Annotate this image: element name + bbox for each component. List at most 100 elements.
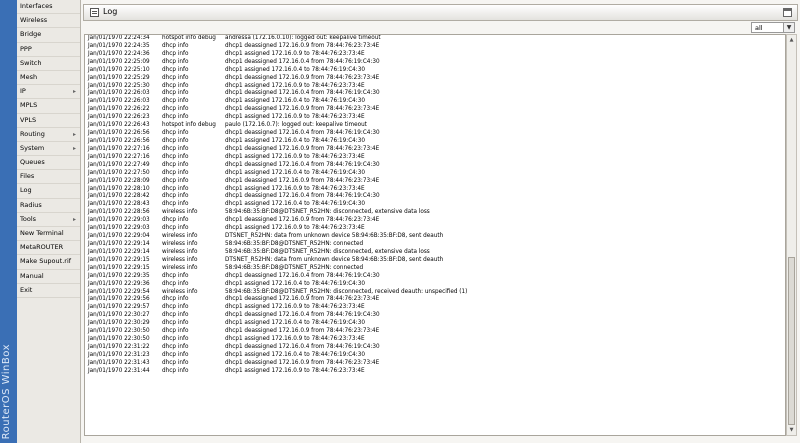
- log-row[interactable]: Jan/01/1970 22:28:42 dhcp info dhcp1 deass…: [85, 193, 785, 201]
- log-row[interactable]: Jan/01/1970 22:26:23 dhcp info dhcp1 assig…: [85, 114, 785, 122]
- log-message: dhcp1 deassigned 172.16.0.9 from 78:44:7…: [225, 217, 380, 224]
- menu-item-routing[interactable]: Routing ▸: [17, 128, 80, 142]
- log-row[interactable]: Jan/01/1970 22:27:16 dhcp info dhcp1 assig…: [85, 154, 785, 162]
- menu-item-files[interactable]: Files: [17, 170, 80, 185]
- log-row[interactable]: Jan/01/1970 22:25:30 dhcp info dhcp1 assig…: [85, 83, 785, 91]
- log-message: dhcp1 deassigned 172.16.0.4 from 78:44:7…: [225, 343, 380, 350]
- menu-item-radius[interactable]: Radius: [17, 199, 80, 213]
- menu-item-switch[interactable]: Switch: [17, 57, 80, 71]
- log-row[interactable]: Jan/01/1970 22:28:10 dhcp info dhcp1 assig…: [85, 186, 785, 194]
- log-row[interactable]: Jan/01/1970 22:28:56 wireless info 58:94:6…: [85, 209, 785, 217]
- log-time: Jan/01/1970 22:31:43: [88, 359, 150, 366]
- log-row[interactable]: Jan/01/1970 22:25:09 dhcp info dhcp1 deass…: [85, 59, 785, 67]
- window-titlebar[interactable]: Log: [83, 4, 798, 21]
- log-row[interactable]: Jan/01/1970 22:31:23 dhcp info dhcp1 assig…: [85, 352, 785, 360]
- log-list[interactable]: Jan/01/1970 22:24:34 hotspot info debug an…: [84, 34, 786, 436]
- log-filter-dropdown[interactable]: all ▼: [751, 22, 795, 33]
- log-message: dhcp1 assigned 172.16.0.9 to 78:44:76:23…: [225, 304, 365, 311]
- menu-item-make-supout-rif[interactable]: Make Supout.rif: [17, 255, 80, 270]
- menu-item-ip[interactable]: IP ▸: [17, 85, 80, 100]
- log-row[interactable]: Jan/01/1970 22:31:44 dhcp info dhcp1 assig…: [85, 368, 785, 376]
- log-row[interactable]: Jan/01/1970 22:29:57 dhcp info dhcp1 assig…: [85, 304, 785, 312]
- log-row[interactable]: Jan/01/1970 22:27:50 dhcp info dhcp1 assig…: [85, 170, 785, 178]
- log-row[interactable]: Jan/01/1970 22:29:04 wireless info DTSNET_…: [85, 233, 785, 241]
- vertical-scrollbar[interactable]: ▲ ▼: [786, 34, 797, 436]
- log-row[interactable]: Jan/01/1970 22:28:43 dhcp info dhcp1 assig…: [85, 201, 785, 209]
- log-time: Jan/01/1970 22:27:16: [88, 145, 150, 152]
- log-row[interactable]: Jan/01/1970 22:25:29 dhcp info dhcp1 deass…: [85, 75, 785, 83]
- log-row[interactable]: Jan/01/1970 22:26:22 dhcp info dhcp1 deass…: [85, 106, 785, 114]
- log-message: dhcp1 assigned 172.16.0.9 to 78:44:76:23…: [225, 114, 365, 121]
- menu-item-mpls[interactable]: MPLS: [17, 99, 80, 114]
- chevron-down-icon[interactable]: ▼: [783, 23, 794, 32]
- menu-item-vpls[interactable]: VPLS: [17, 114, 80, 128]
- log-message: dhcp1 assigned 172.16.0.9 to 78:44:76:23…: [225, 367, 365, 374]
- menu-item-new-terminal[interactable]: New Terminal: [17, 227, 80, 242]
- menu-item-mesh[interactable]: Mesh: [17, 71, 80, 86]
- log-message: andressa (172.16.0.10): logged out: keep…: [225, 35, 381, 41]
- maximize-icon[interactable]: [783, 8, 792, 17]
- menu-item-ppp[interactable]: PPP: [17, 43, 80, 57]
- log-row[interactable]: Jan/01/1970 22:29:36 dhcp info dhcp1 assig…: [85, 281, 785, 289]
- log-time: Jan/01/1970 22:30:50: [88, 336, 150, 343]
- submenu-arrow-icon: ▸: [72, 144, 76, 152]
- menu-item-queues[interactable]: Queues: [17, 156, 80, 171]
- log-time: Jan/01/1970 22:26:56: [88, 130, 150, 137]
- log-topics: dhcp info: [162, 42, 189, 49]
- scrollbar-thumb[interactable]: [788, 257, 795, 425]
- log-row[interactable]: Jan/01/1970 22:29:03 dhcp info dhcp1 assig…: [85, 225, 785, 233]
- log-row[interactable]: Jan/01/1970 22:27:16 dhcp info dhcp1 deass…: [85, 146, 785, 154]
- log-message: dhcp1 assigned 172.16.0.4 to 78:44:76:19…: [225, 280, 365, 287]
- log-row[interactable]: Jan/01/1970 22:24:36 dhcp info dhcp1 assig…: [85, 51, 785, 59]
- menu-item-label: New Terminal: [20, 229, 64, 237]
- log-message: dhcp1 assigned 172.16.0.4 to 78:44:76:19…: [225, 169, 365, 176]
- log-topics: dhcp info: [162, 320, 189, 327]
- log-row[interactable]: Jan/01/1970 22:30:50 dhcp info dhcp1 assig…: [85, 336, 785, 344]
- log-row[interactable]: Jan/01/1970 22:27:49 dhcp info dhcp1 deass…: [85, 162, 785, 170]
- log-row[interactable]: Jan/01/1970 22:30:29 dhcp info dhcp1 assig…: [85, 320, 785, 328]
- log-row[interactable]: Jan/01/1970 22:24:34 hotspot info debug an…: [85, 35, 785, 43]
- log-topics: dhcp info: [162, 153, 189, 160]
- menu-item-interfaces[interactable]: Interfaces: [17, 0, 80, 15]
- menu-item-tools[interactable]: Tools ▸: [17, 213, 80, 227]
- menu-item-bridge[interactable]: Bridge: [17, 28, 80, 43]
- menu-item-log[interactable]: Log: [17, 184, 80, 199]
- log-row[interactable]: Jan/01/1970 22:26:03 dhcp info dhcp1 assig…: [85, 98, 785, 106]
- log-row[interactable]: Jan/01/1970 22:29:56 dhcp info dhcp1 deass…: [85, 296, 785, 304]
- log-topics: wireless info: [162, 288, 198, 295]
- log-time: Jan/01/1970 22:25:09: [88, 58, 150, 65]
- log-row[interactable]: Jan/01/1970 22:29:03 dhcp info dhcp1 deass…: [85, 217, 785, 225]
- menu-item-system[interactable]: System ▸: [17, 142, 80, 157]
- log-row[interactable]: Jan/01/1970 22:29:15 wireless info DTSNET_…: [85, 257, 785, 265]
- log-row[interactable]: Jan/01/1970 22:30:27 dhcp info dhcp1 deass…: [85, 312, 785, 320]
- menu-item-label: IP: [20, 87, 26, 96]
- log-row[interactable]: Jan/01/1970 22:29:15 wireless info 58:94:6…: [85, 265, 785, 273]
- scroll-down-icon[interactable]: ▼: [787, 425, 796, 435]
- log-row[interactable]: Jan/01/1970 22:26:56 dhcp info dhcp1 assig…: [85, 138, 785, 146]
- log-row[interactable]: Jan/01/1970 22:24:35 dhcp info dhcp1 deass…: [85, 43, 785, 51]
- log-row[interactable]: Jan/01/1970 22:29:54 wireless info 58:94:6…: [85, 289, 785, 297]
- menu-item-exit[interactable]: Exit: [17, 284, 80, 298]
- log-topics: wireless info: [162, 233, 198, 240]
- log-row[interactable]: Jan/01/1970 22:29:14 wireless info 58:94:6…: [85, 249, 785, 257]
- log-row[interactable]: Jan/01/1970 22:29:14 wireless info 58:94:6…: [85, 241, 785, 249]
- menu-item-wireless[interactable]: Wireless: [17, 14, 80, 29]
- log-time: Jan/01/1970 22:29:03: [88, 217, 150, 224]
- log-message: dhcp1 assigned 172.16.0.9 to 78:44:76:23…: [225, 185, 365, 192]
- log-row[interactable]: Jan/01/1970 22:26:56 dhcp info dhcp1 deass…: [85, 130, 785, 138]
- log-row[interactable]: Jan/01/1970 22:29:35 dhcp info dhcp1 deass…: [85, 273, 785, 281]
- log-row[interactable]: Jan/01/1970 22:25:10 dhcp info dhcp1 assig…: [85, 67, 785, 75]
- log-message: dhcp1 deassigned 172.16.0.9 from 78:44:7…: [225, 42, 380, 49]
- log-row[interactable]: Jan/01/1970 22:31:43 dhcp info dhcp1 deass…: [85, 360, 785, 368]
- menu-item-metarouter[interactable]: MetaROUTER: [17, 241, 80, 256]
- log-message: dhcp1 deassigned 172.16.0.4 from 78:44:7…: [225, 193, 380, 200]
- log-row[interactable]: Jan/01/1970 22:31:22 dhcp info dhcp1 deass…: [85, 344, 785, 352]
- log-time: Jan/01/1970 22:30:29: [88, 320, 150, 327]
- menu-item-manual[interactable]: Manual: [17, 270, 80, 284]
- log-row[interactable]: Jan/01/1970 22:26:03 dhcp info dhcp1 deass…: [85, 90, 785, 98]
- log-row[interactable]: Jan/01/1970 22:30:50 dhcp info dhcp1 deass…: [85, 328, 785, 336]
- log-row[interactable]: Jan/01/1970 22:26:43 hotspot info debug pa…: [85, 122, 785, 130]
- log-time: Jan/01/1970 22:29:14: [88, 240, 150, 247]
- scroll-up-icon[interactable]: ▲: [787, 35, 796, 45]
- log-row[interactable]: Jan/01/1970 22:28:09 dhcp info dhcp1 deass…: [85, 178, 785, 186]
